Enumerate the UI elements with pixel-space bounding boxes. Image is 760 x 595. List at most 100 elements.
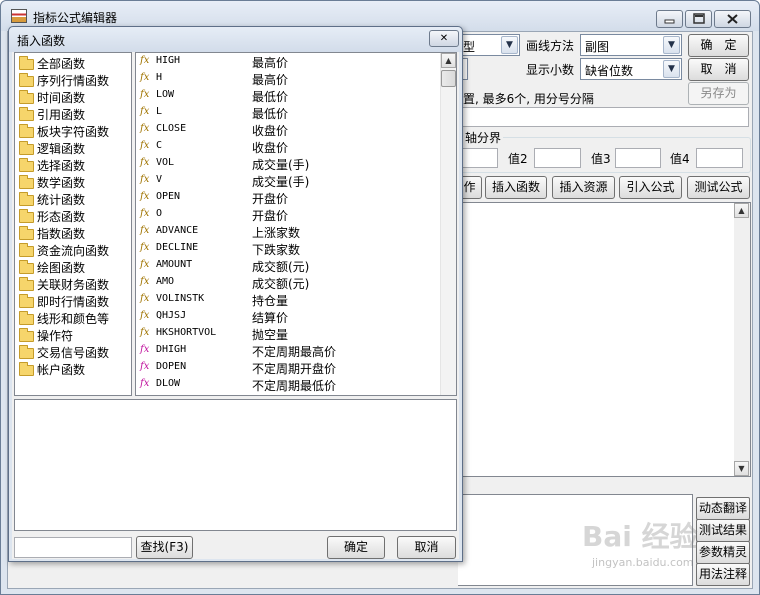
value2-input[interactable]: [534, 148, 581, 168]
function-list-scrollbar[interactable]: ▲: [440, 53, 456, 395]
folder-icon: [19, 277, 34, 291]
usage-notes-button[interactable]: 用法注释: [696, 563, 750, 586]
function-row[interactable]: fx V 成交量(手): [140, 173, 440, 190]
function-name: V: [156, 174, 163, 185]
value2-label: 值2: [508, 152, 528, 166]
category-item[interactable]: 关联财务函数: [19, 276, 109, 293]
function-name: CLOSE: [156, 123, 187, 134]
test-formula-button[interactable]: 测试公式: [687, 176, 750, 199]
function-row[interactable]: fx AMOUNT 成交额(元): [140, 258, 440, 275]
decimals-select[interactable]: 缺省位数 ▼: [580, 58, 682, 80]
function-row[interactable]: fx DOPEN 不定周期开盘价: [140, 360, 440, 377]
category-label: 序列行情函数: [37, 74, 110, 88]
close-icon: [727, 14, 738, 24]
dynamic-translate-button[interactable]: 动态翻译: [696, 497, 750, 520]
function-desc: 成交量(手): [252, 158, 310, 172]
value1-input[interactable]: [458, 148, 498, 168]
maximize-button[interactable]: [685, 10, 712, 28]
import-formula-button[interactable]: 引入公式: [619, 176, 682, 199]
folder-icon: [19, 90, 34, 104]
value3-input[interactable]: [615, 148, 661, 168]
function-row[interactable]: fx HKSHORTVOL 抛空量: [140, 326, 440, 343]
category-item[interactable]: 全部函数: [19, 55, 85, 72]
function-row[interactable]: fx DHIGH 不定周期最高价: [140, 343, 440, 360]
category-item[interactable]: 逻辑函数: [19, 140, 85, 157]
scroll-up-icon[interactable]: ▲: [441, 53, 456, 68]
function-desc: 收盘价: [252, 141, 289, 155]
insert-function-button[interactable]: 插入函数: [485, 176, 547, 199]
fx-icon: fx: [140, 378, 150, 389]
function-row[interactable]: fx DLOW 不定周期最低价: [140, 377, 440, 394]
function-row[interactable]: fx DECLINE 下跌家数: [140, 241, 440, 258]
app-icon: [11, 9, 27, 23]
category-list[interactable]: 全部函数序列行情函数 时间函数 引用函数 板块字符函数 逻辑函数 选择函数 数学函数 统计函数…: [14, 52, 132, 396]
function-row[interactable]: fx LOW 最低价: [140, 88, 440, 105]
fx-icon: fx: [140, 276, 150, 287]
function-row[interactable]: fx O 开盘价: [140, 207, 440, 224]
find-button[interactable]: 查找(F3): [136, 536, 193, 559]
category-item[interactable]: 指数函数: [19, 225, 85, 242]
category-item[interactable]: 资金流向函数: [19, 242, 109, 259]
category-item[interactable]: 统计函数: [19, 191, 85, 208]
dialog-close-button[interactable]: ✕: [429, 30, 459, 47]
category-item[interactable]: 序列行情函数: [19, 72, 109, 89]
fx-icon: fx: [140, 310, 150, 321]
folder-icon: [19, 294, 34, 308]
category-item[interactable]: 帐户函数: [19, 361, 85, 378]
scroll-up-icon[interactable]: ▲: [734, 203, 749, 218]
category-item[interactable]: 线形和颜色等: [19, 310, 109, 327]
chevron-down-icon: ▼: [663, 60, 680, 78]
ok-button[interactable]: 确 定: [688, 34, 749, 57]
function-desc: 下跌家数: [252, 243, 301, 257]
description-input[interactable]: [458, 107, 749, 127]
category-item[interactable]: 即时行情函数: [19, 293, 109, 310]
fx-icon: fx: [140, 55, 150, 66]
function-row[interactable]: fx HIGH 最高价: [140, 54, 440, 71]
value4-input[interactable]: [696, 148, 743, 168]
category-label: 帐户函数: [37, 363, 86, 377]
function-list[interactable]: fx HIGH 最高价 fx H 最高价 fx LOW 最低价 fx L 最低价 fx CLOSE 收盘价 f…: [135, 52, 457, 396]
function-row[interactable]: fx ADVANCE 上涨家数: [140, 224, 440, 241]
formula-type-select[interactable]: 型 ▼: [458, 34, 520, 56]
scrollbar-thumb[interactable]: [441, 70, 456, 87]
function-desc: 不定周期最低价: [252, 379, 337, 393]
save-as-button[interactable]: 另存为: [688, 82, 749, 105]
category-label: 全部函数: [37, 57, 86, 71]
category-item[interactable]: 操作符: [19, 327, 73, 344]
dialog-title-bar[interactable]: 插入函数 ✕: [9, 27, 462, 52]
function-row[interactable]: fx AMO 成交额(元): [140, 275, 440, 292]
function-row[interactable]: fx CLOSE 收盘价: [140, 122, 440, 139]
function-row[interactable]: fx VOLINSTK 持仓量: [140, 292, 440, 309]
category-item[interactable]: 交易信号函数: [19, 344, 109, 361]
category-item[interactable]: 引用函数: [19, 106, 85, 123]
function-row[interactable]: fx OPEN 开盘价: [140, 190, 440, 207]
param-wizard-button[interactable]: 参数精灵: [696, 541, 750, 564]
function-row[interactable]: fx C 收盘价: [140, 139, 440, 156]
close-button[interactable]: [714, 10, 751, 28]
editor-scrollbar[interactable]: ▲ ▼: [734, 203, 750, 476]
category-item[interactable]: 形态函数: [19, 208, 85, 225]
minimize-button[interactable]: [656, 10, 683, 28]
dialog-cancel-button[interactable]: 取消: [397, 536, 456, 559]
function-desc: 最低价: [252, 90, 289, 104]
category-item[interactable]: 数学函数: [19, 174, 85, 191]
draw-method-select[interactable]: 副图 ▼: [580, 34, 682, 56]
dialog-ok-button[interactable]: 确定: [327, 536, 385, 559]
category-label: 时间函数: [37, 91, 86, 105]
category-item[interactable]: 板块字符函数: [19, 123, 109, 140]
insert-resource-button[interactable]: 插入资源: [552, 176, 615, 199]
function-row[interactable]: fx H 最高价: [140, 71, 440, 88]
function-row[interactable]: fx L 最低价: [140, 105, 440, 122]
formula-editor[interactable]: ▲ ▼: [458, 202, 751, 477]
category-item[interactable]: 绘图函数: [19, 259, 85, 276]
cancel-button[interactable]: 取 消: [688, 58, 749, 81]
scroll-down-icon[interactable]: ▼: [734, 461, 749, 476]
function-row[interactable]: fx QHJSJ 结算价: [140, 309, 440, 326]
insert-function-dialog: 插入函数 ✕ 全部函数序列行情函数 时间函数 引用函数 板块字符函数 逻辑函数 选择函数数…: [8, 26, 463, 562]
category-item[interactable]: 时间函数: [19, 89, 85, 106]
function-name: O: [156, 208, 163, 219]
category-item[interactable]: 选择函数: [19, 157, 85, 174]
function-search-input[interactable]: [14, 537, 132, 558]
function-row[interactable]: fx VOL 成交量(手): [140, 156, 440, 173]
test-result-button[interactable]: 测试结果: [696, 519, 750, 542]
